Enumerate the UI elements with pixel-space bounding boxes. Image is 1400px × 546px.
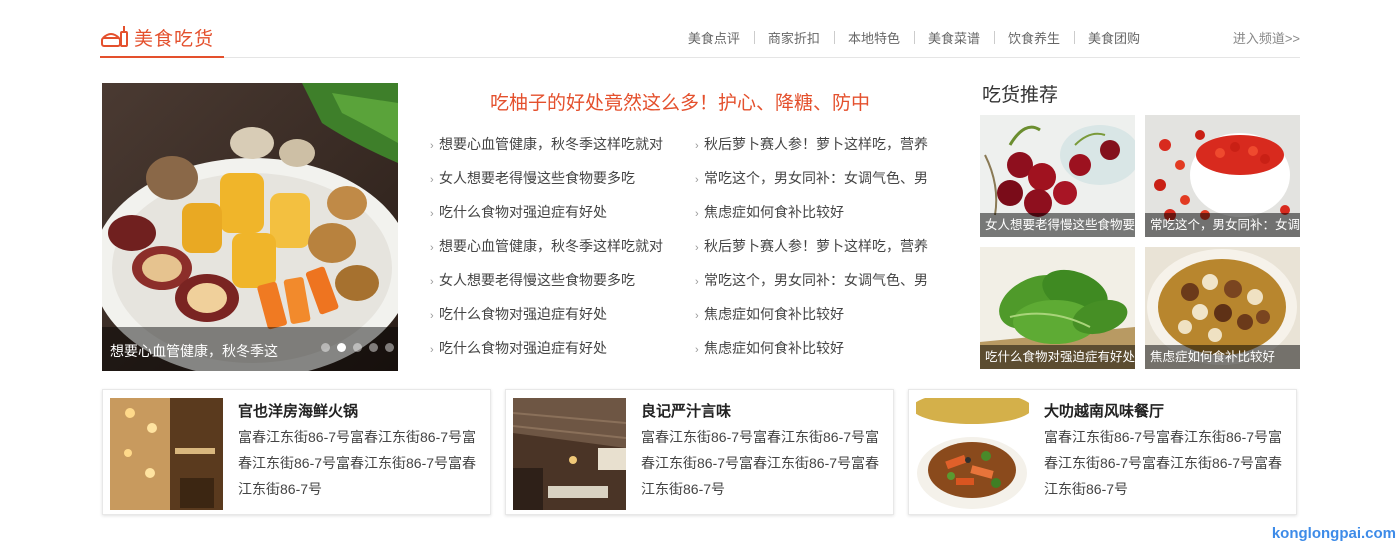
nav-item-groupbuy[interactable]: 美食团购 bbox=[1073, 28, 1154, 47]
slide-dot[interactable] bbox=[369, 343, 378, 352]
restaurant-name: 良记严汁言味 bbox=[641, 403, 732, 420]
recommend-caption: 焦虑症如何食补比较好 bbox=[1145, 345, 1300, 369]
stir-fry-dish-image bbox=[916, 398, 1029, 510]
site-watermark: konglongpai.com bbox=[1271, 525, 1396, 542]
list-item[interactable]: › 女人想要老得慢这些食物要多吃 bbox=[430, 168, 670, 202]
slide-caption-bar: 想要心血管健康，秋冬季这 bbox=[102, 327, 398, 371]
list-item-label: 焦虑症如何食补比较好 bbox=[704, 204, 844, 220]
list-item-label: 焦虑症如何食补比较好 bbox=[704, 306, 844, 322]
list-item-label: 吃什么食物对强迫症有好处 bbox=[439, 340, 607, 356]
recommend-caption: 常吃这个，男女同补：女调 bbox=[1145, 213, 1300, 237]
nav-item-review[interactable]: 美食点评 bbox=[674, 28, 754, 47]
list-item[interactable]: › 吃什么食物对强迫症有好处 bbox=[430, 338, 670, 372]
recommend-card-cherries[interactable]: 女人想要老得慢这些食物要 bbox=[980, 115, 1135, 237]
slide-caption[interactable]: 想要心血管健康，秋冬季这 bbox=[110, 341, 278, 361]
channel-header: 美食吃货 美食点评 商家折扣 本地特色 美食菜谱 饮食养生 美食团购 进入频道>… bbox=[100, 18, 1300, 58]
list-item-label: 女人想要老得慢这些食物要多吃 bbox=[439, 170, 635, 186]
chevron-right-icon: › bbox=[430, 242, 434, 254]
chevron-right-icon: › bbox=[430, 276, 434, 288]
chevron-right-icon: › bbox=[695, 174, 699, 186]
recommend-caption: 吃什么食物对强迫症有好处 bbox=[980, 345, 1135, 369]
slide-dot[interactable] bbox=[353, 343, 362, 352]
list-item[interactable]: › 焦虑症如何食补比较好 bbox=[695, 304, 935, 338]
list-item-label: 吃什么食物对强迫症有好处 bbox=[439, 204, 607, 220]
chevron-right-icon: › bbox=[430, 174, 434, 186]
restaurant-name: 大叻越南风味餐厅 bbox=[1044, 403, 1165, 420]
restaurant-address: 富春江东街86-7号富春江东街86-7号富春江东街86-7号富春江东街86-7号… bbox=[238, 429, 477, 497]
chevron-right-icon: › bbox=[695, 310, 699, 322]
chevron-right-icon: › bbox=[430, 208, 434, 220]
list-item[interactable]: › 想要心血管健康，秋冬季这样吃就对 bbox=[430, 236, 670, 270]
recommend-card-dessert[interactable]: 焦虑症如何食补比较好 bbox=[1145, 247, 1300, 369]
chevron-right-icon: › bbox=[695, 276, 699, 288]
list-item[interactable]: › 吃什么食物对强迫症有好处 bbox=[430, 304, 670, 338]
list-item-label: 想要心血管健康，秋冬季这样吃就对 bbox=[439, 238, 663, 254]
chevron-right-icon: › bbox=[695, 208, 699, 220]
channel-brand[interactable]: 美食吃货 bbox=[100, 18, 225, 58]
nav-item-health[interactable]: 饮食养生 bbox=[993, 28, 1074, 47]
restaurant-interior-image bbox=[110, 398, 223, 510]
slide-pagination bbox=[321, 343, 394, 352]
list-item[interactable]: › 吃什么食物对强迫症有好处 bbox=[430, 202, 670, 236]
featured-slideshow[interactable]: 想要心血管健康，秋冬季这 bbox=[102, 83, 398, 371]
food-court-image bbox=[513, 398, 626, 510]
slide-dot[interactable] bbox=[385, 343, 394, 352]
list-item-label: 吃什么食物对强迫症有好处 bbox=[439, 306, 607, 322]
restaurant-name: 官也洋房海鲜火锅 bbox=[238, 403, 359, 420]
restaurant-card[interactable]: 良记严汁言味 富春江东街86-7号富春江东街86-7号富春江东街86-7号富春江… bbox=[505, 389, 894, 515]
recommend-card-goji[interactable]: 常吃这个，男女同补：女调 bbox=[1145, 115, 1300, 237]
news-list-right: › 秋后萝卜赛人参！萝卜这样吃，营养 › 常吃这个，男女同补：女调气色、男 › 焦虑症… bbox=[695, 134, 935, 372]
list-item[interactable]: › 常吃这个，男女同补：女调气色、男 bbox=[695, 168, 935, 202]
food-bowl-icon bbox=[101, 26, 128, 47]
chevron-right-icon: › bbox=[695, 242, 699, 254]
list-item[interactable]: › 女人想要老得慢这些食物要多吃 bbox=[430, 270, 670, 304]
chevron-right-icon: › bbox=[430, 140, 434, 152]
channel-nav: 美食点评 商家折扣 本地特色 美食菜谱 饮食养生 美食团购 bbox=[674, 28, 1154, 47]
nav-item-discount[interactable]: 商家折扣 bbox=[753, 28, 834, 47]
recommend-card-spinach[interactable]: 吃什么食物对强迫症有好处 bbox=[980, 247, 1135, 369]
recommend-title: 吃货推荐 bbox=[982, 85, 1059, 106]
channel-title: 美食吃货 bbox=[134, 28, 215, 50]
enter-channel-link[interactable]: 进入频道>> bbox=[1233, 28, 1300, 47]
chevron-right-icon: › bbox=[695, 140, 699, 152]
headline-link[interactable]: 吃柚子的好处竟然这么多！护心、降糖、防中 bbox=[430, 88, 930, 115]
list-item[interactable]: › 焦虑症如何食补比较好 bbox=[695, 202, 935, 236]
news-list-left: › 想要心血管健康，秋冬季这样吃就对 › 女人想要老得慢这些食物要多吃 › 吃什么食物… bbox=[430, 134, 670, 372]
nav-item-recipes[interactable]: 美食菜谱 bbox=[913, 28, 994, 47]
restaurant-address: 富春江东街86-7号富春江东街86-7号富春江东街86-7号富春江东街86-7号… bbox=[641, 429, 880, 497]
list-item[interactable]: › 秋后萝卜赛人参！萝卜这样吃，营养 bbox=[695, 134, 935, 168]
chevron-right-icon: › bbox=[695, 344, 699, 356]
list-item-label: 秋后萝卜赛人参！萝卜这样吃，营养 bbox=[704, 136, 928, 152]
restaurant-card[interactable]: 大叻越南风味餐厅 富春江东街86-7号富春江东街86-7号富春江东街86-7号富… bbox=[908, 389, 1297, 515]
list-item[interactable]: › 焦虑症如何食补比较好 bbox=[695, 338, 935, 372]
chevron-right-icon: › bbox=[430, 344, 434, 356]
recommend-caption: 女人想要老得慢这些食物要 bbox=[980, 213, 1135, 237]
restaurant-card[interactable]: 官也洋房海鲜火锅 富春江东街86-7号富春江东街86-7号富春江东街86-7号富… bbox=[102, 389, 491, 515]
list-item-label: 秋后萝卜赛人参！萝卜这样吃，营养 bbox=[704, 238, 928, 254]
slide-dot-active[interactable] bbox=[337, 343, 346, 352]
chevron-right-icon: › bbox=[430, 310, 434, 322]
list-item-label: 焦虑症如何食补比较好 bbox=[704, 340, 844, 356]
list-item[interactable]: › 秋后萝卜赛人参！萝卜这样吃，营养 bbox=[695, 236, 935, 270]
list-item[interactable]: › 常吃这个，男女同补：女调气色、男 bbox=[695, 270, 935, 304]
nav-item-local[interactable]: 本地特色 bbox=[833, 28, 914, 47]
list-item[interactable]: › 想要心血管健康，秋冬季这样吃就对 bbox=[430, 134, 670, 168]
list-item-label: 女人想要老得慢这些食物要多吃 bbox=[439, 272, 635, 288]
slide-dot[interactable] bbox=[321, 343, 330, 352]
list-item-label: 常吃这个，男女同补：女调气色、男 bbox=[704, 272, 928, 288]
list-item-label: 想要心血管健康，秋冬季这样吃就对 bbox=[439, 136, 663, 152]
restaurant-address: 富春江东街86-7号富春江东街86-7号富春江东街86-7号富春江东街86-7号… bbox=[1044, 429, 1283, 497]
list-item-label: 常吃这个，男女同补：女调气色、男 bbox=[704, 170, 928, 186]
